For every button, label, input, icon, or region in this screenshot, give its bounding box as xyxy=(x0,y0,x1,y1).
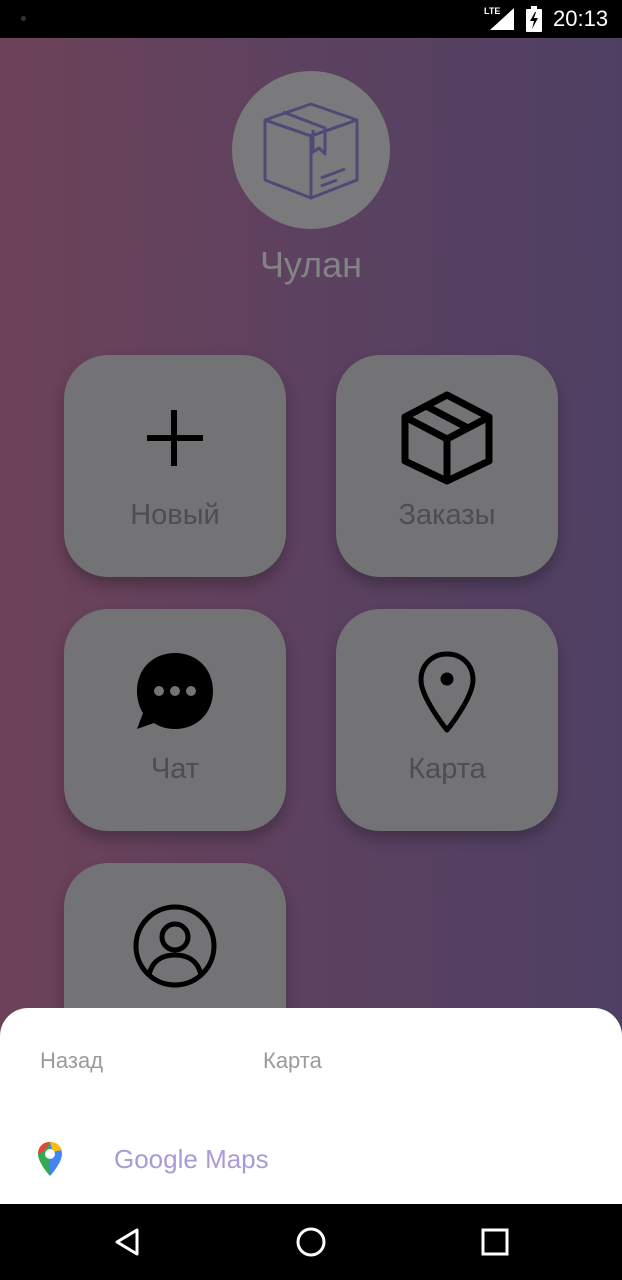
user-circle-icon xyxy=(133,904,217,988)
battery-charging-icon xyxy=(526,6,542,32)
circle-home-icon xyxy=(296,1227,326,1257)
clock: 20:13 xyxy=(553,6,609,31)
chat-tile[interactable]: Чат xyxy=(64,609,286,831)
system-nav-bar xyxy=(0,1204,622,1280)
tile-label: Заказы xyxy=(398,499,496,531)
map-pin-icon xyxy=(418,651,476,733)
option-google-maps[interactable]: Google Maps xyxy=(0,1128,622,1192)
chat-bubble-icon xyxy=(137,653,213,729)
plus-icon xyxy=(147,410,203,466)
nav-home-button[interactable] xyxy=(266,1204,356,1280)
orders-tile[interactable]: Заказы xyxy=(336,355,558,577)
option-label: Google Maps xyxy=(114,1144,269,1174)
tile-label: Новый xyxy=(130,499,220,531)
new-order-tile[interactable]: Новый xyxy=(64,355,286,577)
square-recents-icon xyxy=(481,1228,509,1256)
map-chooser-sheet: Назад Карта Google Maps xyxy=(0,1008,622,1204)
box-icon xyxy=(263,102,359,200)
back-button[interactable]: Назад xyxy=(40,1048,103,1074)
tile-label: Чат xyxy=(150,753,200,785)
status-bar: LTE 20:13 xyxy=(0,0,622,38)
app-logo xyxy=(232,71,390,229)
signal-icon xyxy=(490,8,514,30)
triangle-back-icon xyxy=(115,1228,139,1256)
map-tile[interactable]: Карта xyxy=(336,609,558,831)
package-icon xyxy=(401,391,493,485)
sheet-title: Карта xyxy=(263,1048,322,1073)
notification-dot xyxy=(21,16,26,21)
google-maps-icon xyxy=(38,1142,62,1176)
app-title: Чулан xyxy=(259,244,363,285)
tile-label: Карта xyxy=(408,753,486,785)
nav-back-button[interactable] xyxy=(82,1204,172,1280)
nav-recents-button[interactable] xyxy=(450,1204,540,1280)
